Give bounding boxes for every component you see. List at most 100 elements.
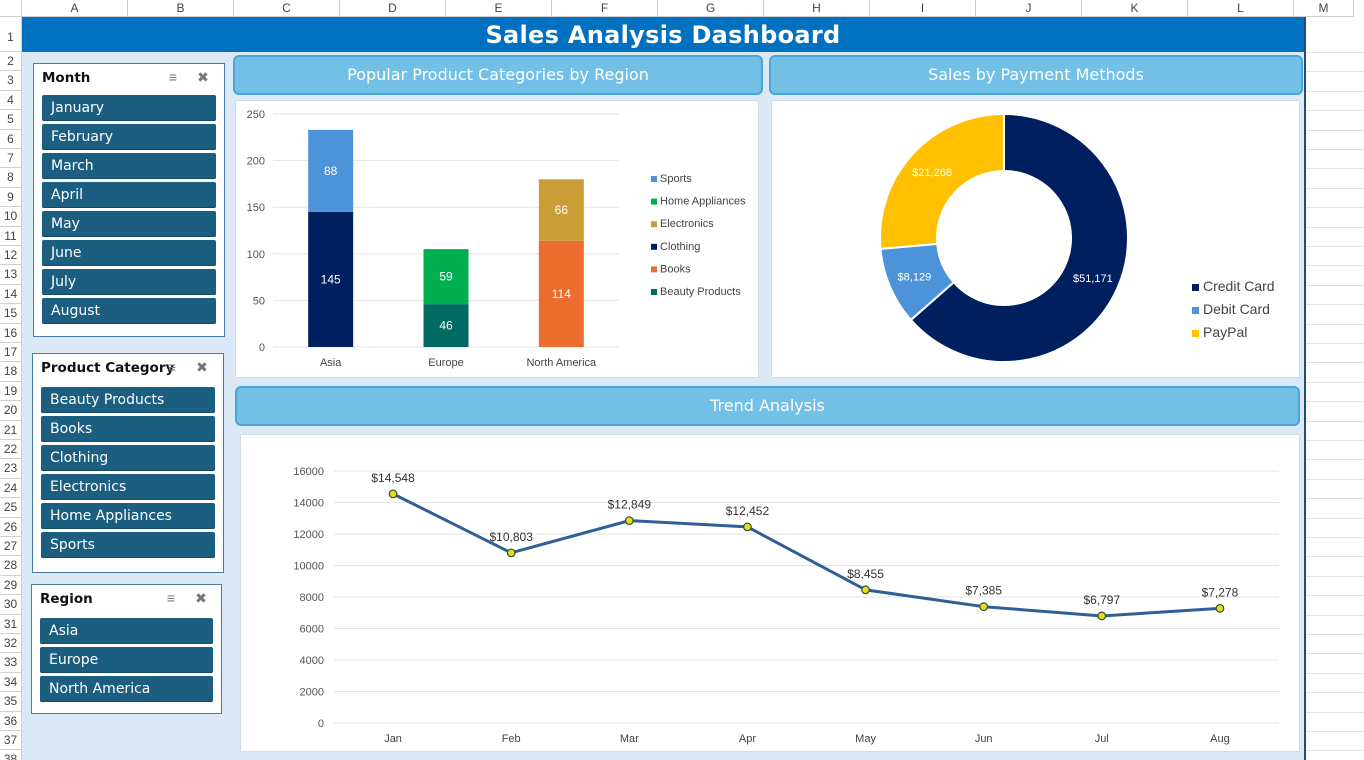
point-data-label: $10,803 <box>489 530 533 544</box>
cell-border <box>1306 304 1364 306</box>
data-point <box>506 548 516 558</box>
trend-chart-panel[interactable]: 0 2000 4000 6000 8000 10000 12000 14000 16000 $14… <box>240 434 1300 752</box>
column-header[interactable]: L <box>1188 0 1294 17</box>
y-tick-label: 250 <box>247 109 265 121</box>
row-header[interactable]: 12 <box>0 246 22 266</box>
cell-border <box>1306 226 1364 228</box>
row-header[interactable]: 1 <box>0 17 22 52</box>
clear-filter-icon[interactable]: ✖ <box>193 359 211 375</box>
column-header[interactable]: K <box>1082 0 1188 17</box>
slicer-item-electronics[interactable]: Electronics <box>41 474 215 500</box>
slicer-item-beauty-products[interactable]: Beauty Products <box>41 387 215 413</box>
row-header[interactable]: 2 <box>0 52 22 72</box>
categories-chart-panel[interactable]: 0 50 100 150 200 250 145 88 Asia 46 59 Europe 114 66 N… <box>235 100 759 378</box>
slicer-item-books[interactable]: Books <box>41 416 215 442</box>
row-header[interactable]: 14 <box>0 284 22 305</box>
column-header[interactable]: E <box>446 0 552 17</box>
multi-select-icon[interactable]: ≡ <box>164 69 182 85</box>
cell-border <box>1306 459 1364 461</box>
slicer-item-june[interactable]: June <box>42 240 216 266</box>
legend-swatch <box>651 266 657 273</box>
row-header[interactable]: 6 <box>0 129 22 149</box>
region-slicer-title: Region <box>40 591 93 607</box>
row-header[interactable]: 30 <box>0 595 22 615</box>
row-header[interactable]: 21 <box>0 420 22 440</box>
row-header[interactable]: 35 <box>0 692 22 712</box>
row-header[interactable]: 33 <box>0 653 22 673</box>
slicer-item-march[interactable]: March <box>42 153 216 179</box>
row-header[interactable]: 19 <box>0 381 22 402</box>
row-header[interactable]: 32 <box>0 634 22 654</box>
slicer-item-august[interactable]: August <box>42 298 216 324</box>
slicer-item-sports[interactable]: Sports <box>41 532 215 558</box>
slicer-item-may[interactable]: May <box>42 211 216 237</box>
row-header[interactable]: 38 <box>0 750 22 760</box>
row-header[interactable]: 4 <box>0 90 22 111</box>
slicer-item-january[interactable]: January <box>42 95 216 121</box>
row-header[interactable]: 22 <box>0 440 22 460</box>
cell-border <box>1306 90 1364 92</box>
select-all-corner[interactable] <box>0 0 22 17</box>
slicer-item-asia[interactable]: Asia <box>40 618 213 644</box>
row-header[interactable]: 25 <box>0 498 22 518</box>
legend-label: Clothing <box>660 241 700 253</box>
column-header[interactable]: B <box>128 0 234 17</box>
row-header[interactable]: 23 <box>0 459 22 479</box>
row-header[interactable]: 15 <box>0 304 22 324</box>
multi-select-icon[interactable]: ≡ <box>163 359 181 375</box>
column-header[interactable]: C <box>234 0 340 17</box>
clear-filter-icon[interactable]: ✖ <box>194 69 212 85</box>
column-header[interactable]: G <box>658 0 764 17</box>
slicer-item-europe[interactable]: Europe <box>40 647 213 673</box>
column-header[interactable]: H <box>764 0 870 17</box>
payment-panel-header: Sales by Payment Methods <box>769 55 1303 95</box>
row-header[interactable]: 37 <box>0 731 22 751</box>
data-point <box>1097 611 1107 621</box>
row-header[interactable]: 28 <box>0 556 22 576</box>
column-header[interactable]: A <box>22 0 128 17</box>
excel-window: ABCDEFGHIJKLM 1 2 3 4 5 6 7 8 9 10 11 12 13 14 15 16 17 1… <box>0 0 1364 760</box>
row-header[interactable]: 27 <box>0 537 22 557</box>
legend-swatch <box>651 243 657 250</box>
row-header[interactable]: 18 <box>0 362 22 382</box>
row-header[interactable]: 16 <box>0 323 22 343</box>
row-header[interactable]: 10 <box>0 207 22 227</box>
row-header[interactable]: 31 <box>0 614 22 634</box>
slicer-item-july[interactable]: July <box>42 269 216 295</box>
slicer-item-home-appliances[interactable]: Home Appliances <box>41 503 215 529</box>
row-header[interactable]: 36 <box>0 711 22 731</box>
column-header[interactable]: I <box>870 0 976 17</box>
row-header[interactable]: 29 <box>0 575 22 596</box>
legend-label: Sports <box>660 173 692 185</box>
row-header[interactable]: 7 <box>0 149 22 169</box>
category-slicer-title: Product Category <box>41 360 175 376</box>
slicer-item-april[interactable]: April <box>42 182 216 208</box>
row-header[interactable]: 24 <box>0 478 22 499</box>
column-header[interactable]: D <box>340 0 446 17</box>
multi-select-icon[interactable]: ≡ <box>162 590 180 606</box>
column-header[interactable]: F <box>552 0 658 17</box>
slicer-item-february[interactable]: February <box>42 124 216 150</box>
row-header[interactable]: 3 <box>0 71 22 91</box>
row-header[interactable]: 20 <box>0 401 22 421</box>
column-header[interactable]: M <box>1294 0 1354 17</box>
cell-border <box>1306 362 1364 364</box>
column-header[interactable]: J <box>976 0 1082 17</box>
row-header[interactable]: 26 <box>0 517 22 537</box>
cell-border <box>1306 401 1364 403</box>
clear-filter-icon[interactable]: ✖ <box>192 590 210 606</box>
row-header[interactable]: 34 <box>0 672 22 693</box>
row-header[interactable]: 11 <box>0 226 22 246</box>
slicer-item-clothing[interactable]: Clothing <box>41 445 215 471</box>
payment-chart-panel[interactable]: $51,171 $8,129 $21,268 Credit Card Debit Car… <box>771 100 1300 378</box>
x-tick-label: Feb <box>502 733 521 745</box>
slicer-item-north-america[interactable]: North America <box>40 676 213 702</box>
x-tick-label: Aug <box>1210 733 1230 745</box>
row-header[interactable]: 5 <box>0 110 22 130</box>
x-tick-label: Jan <box>384 733 402 745</box>
row-header[interactable]: 13 <box>0 265 22 285</box>
row-header[interactable]: 8 <box>0 168 22 188</box>
row-header[interactable]: 17 <box>0 343 22 363</box>
month-slicer-title: Month <box>42 70 91 86</box>
row-header[interactable]: 9 <box>0 187 22 208</box>
